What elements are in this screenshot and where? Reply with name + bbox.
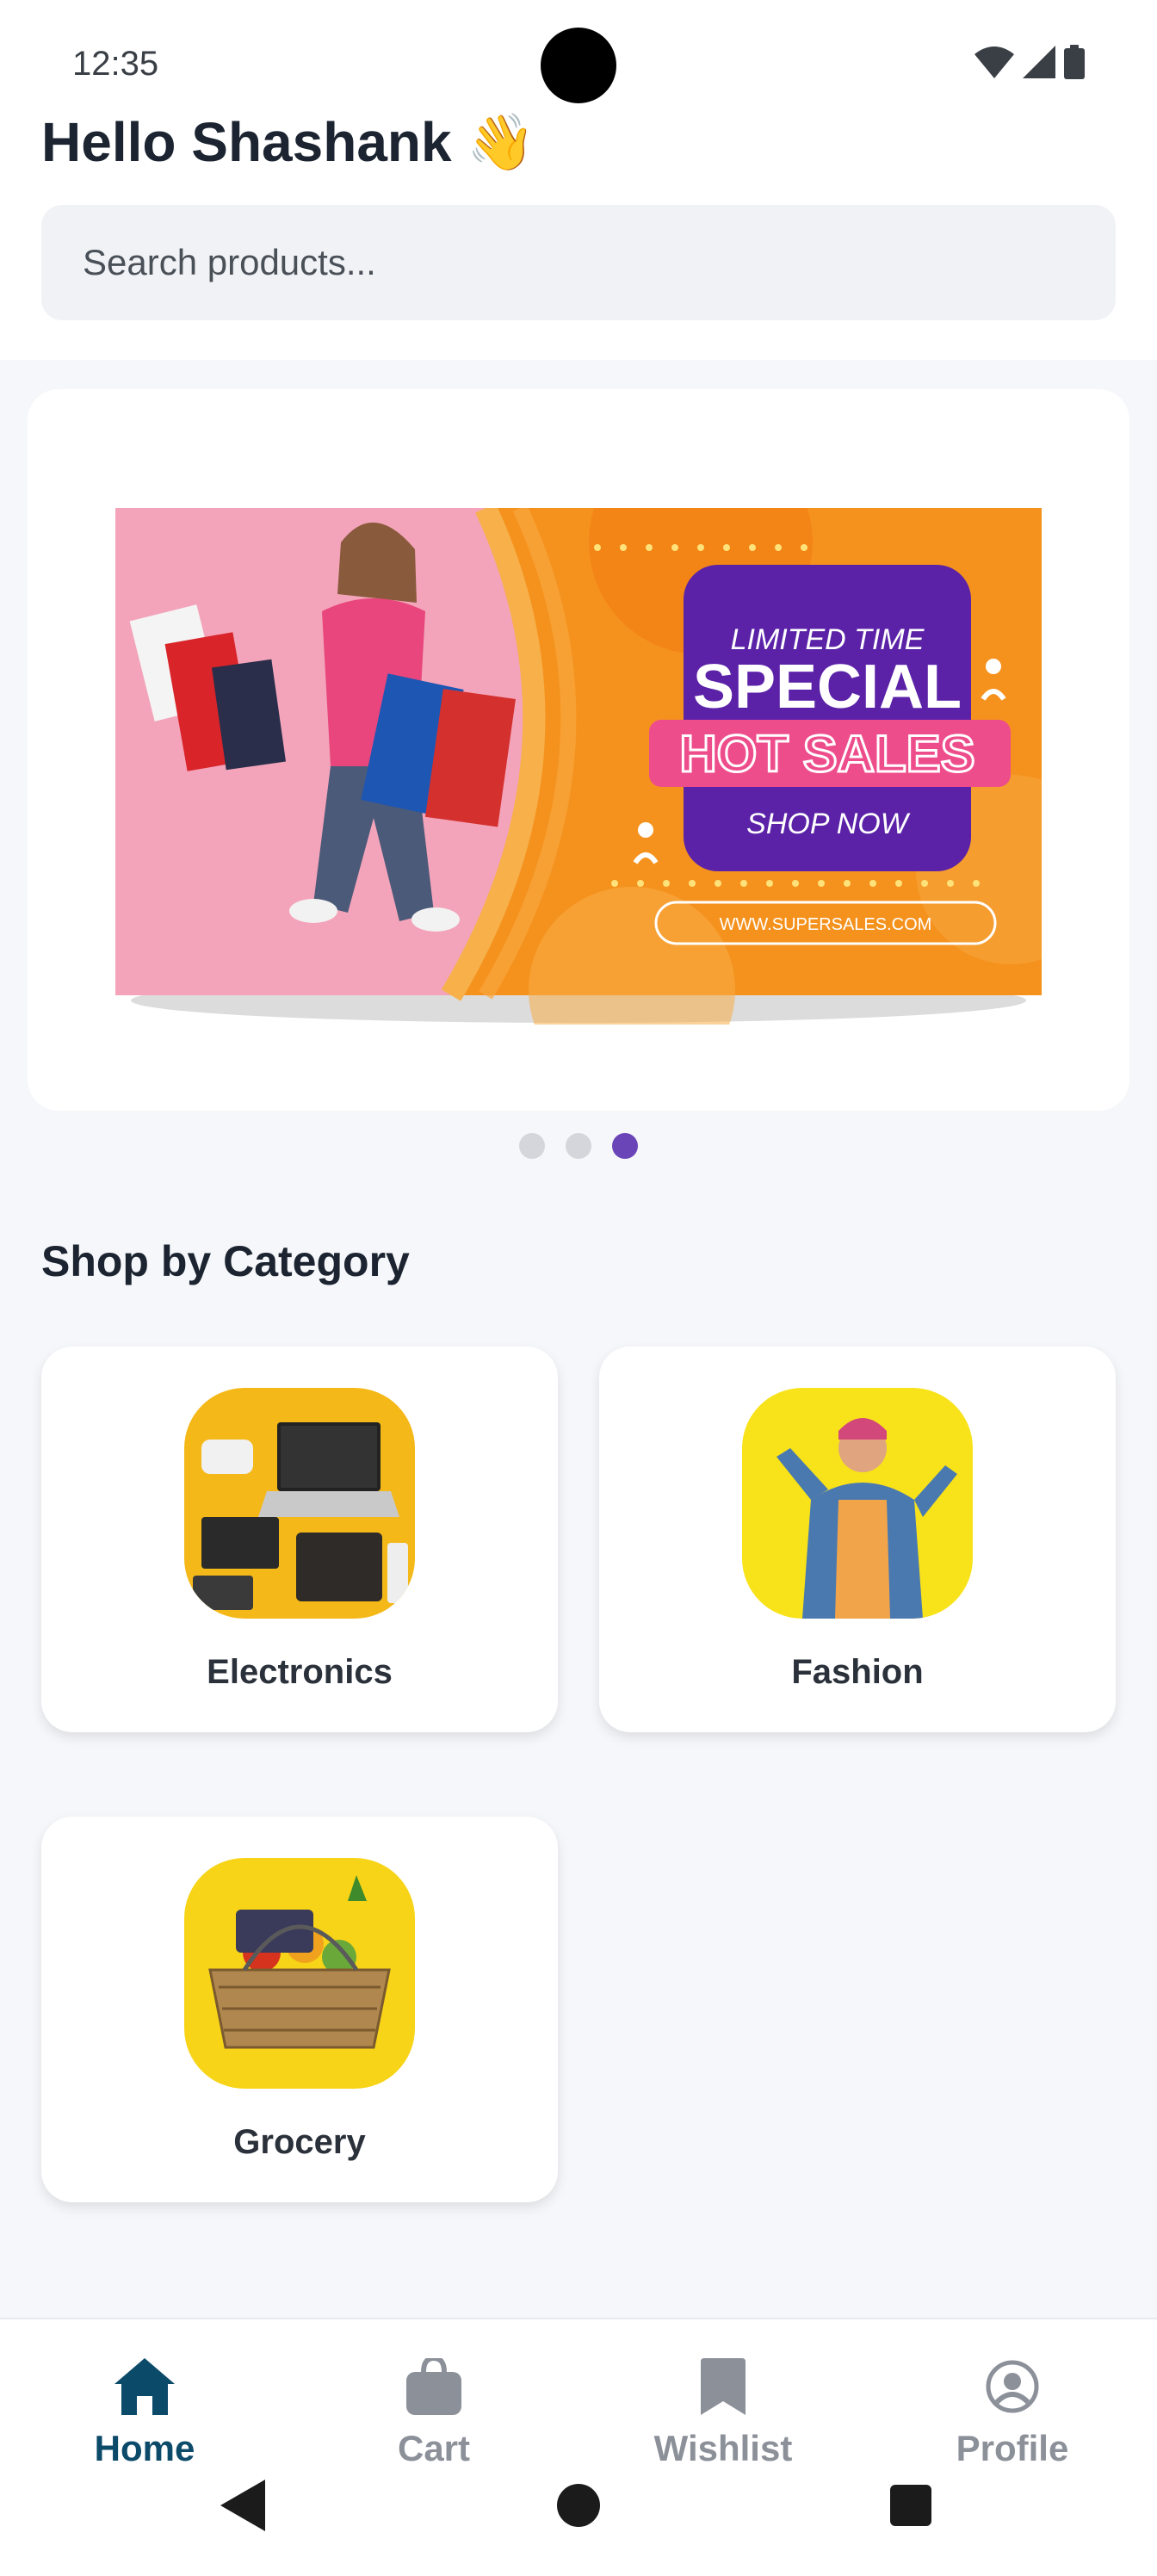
signal-icon	[1023, 46, 1055, 78]
banner-line1: LIMITED TIME	[731, 623, 925, 656]
category-card-fashion[interactable]: Fashion	[599, 1347, 1116, 1732]
grocery-image	[184, 1858, 415, 2089]
carousel-dot-2[interactable]	[566, 1133, 591, 1159]
carousel-dots[interactable]	[0, 1133, 1157, 1159]
nav-label-home: Home	[94, 2428, 195, 2468]
nav-cart[interactable]: Cart	[305, 2354, 563, 2469]
banner-line2: SPECIAL	[693, 653, 962, 721]
header-area: 12:35 Hello Shashank 👋 Search products..…	[0, 0, 1157, 360]
status-icons	[974, 45, 1085, 79]
nav-label-cart: Cart	[397, 2428, 471, 2468]
bookmark-icon	[701, 2358, 746, 2415]
banner-url: WWW.SUPERSALES.COM	[720, 915, 932, 934]
carousel-dot-1[interactable]	[519, 1133, 545, 1159]
category-label: Grocery	[233, 2123, 366, 2161]
home-icon	[114, 2358, 175, 2415]
category-card-grocery[interactable]: Grocery	[41, 1817, 558, 2202]
category-label: Fashion	[791, 1653, 924, 1691]
search-placeholder: Search products...	[83, 242, 376, 282]
wifi-icon	[974, 46, 1014, 78]
banner-cta: SHOP NOW	[746, 808, 911, 840]
search-input[interactable]: Search products...	[41, 205, 1116, 320]
banner-image: LIMITED TIME SPECIAL HOT SALES SHOP NOW …	[115, 508, 1042, 1025]
bag-icon	[406, 2358, 461, 2415]
category-card-electronics[interactable]: Electronics	[41, 1347, 558, 1732]
promo-banner[interactable]: LIMITED TIME SPECIAL HOT SALES SHOP NOW …	[28, 389, 1129, 1111]
home-circle-icon[interactable]	[556, 2480, 601, 2531]
recents-icon[interactable]	[890, 2480, 933, 2531]
camera-cutout	[541, 28, 616, 103]
back-icon[interactable]	[220, 2480, 269, 2531]
category-label: Electronics	[207, 1653, 393, 1691]
nav-home[interactable]: Home	[15, 2354, 274, 2469]
electronics-image	[184, 1388, 415, 1619]
carousel-dot-3-active[interactable]	[612, 1133, 638, 1159]
nav-profile[interactable]: Profile	[883, 2354, 1142, 2469]
profile-icon	[986, 2360, 1039, 2413]
battery-icon	[1064, 45, 1085, 79]
banner-line3: HOT SALES	[679, 725, 974, 783]
nav-wishlist[interactable]: Wishlist	[594, 2354, 852, 2469]
nav-label-wishlist: Wishlist	[653, 2428, 793, 2468]
status-time: 12:35	[72, 45, 159, 83]
nav-label-profile: Profile	[956, 2428, 1069, 2468]
greeting-title: Hello Shashank 👋	[41, 111, 536, 173]
system-navigation	[0, 2480, 1157, 2548]
section-title: Shop by Category	[41, 1237, 410, 1285]
fashion-image	[742, 1388, 973, 1619]
